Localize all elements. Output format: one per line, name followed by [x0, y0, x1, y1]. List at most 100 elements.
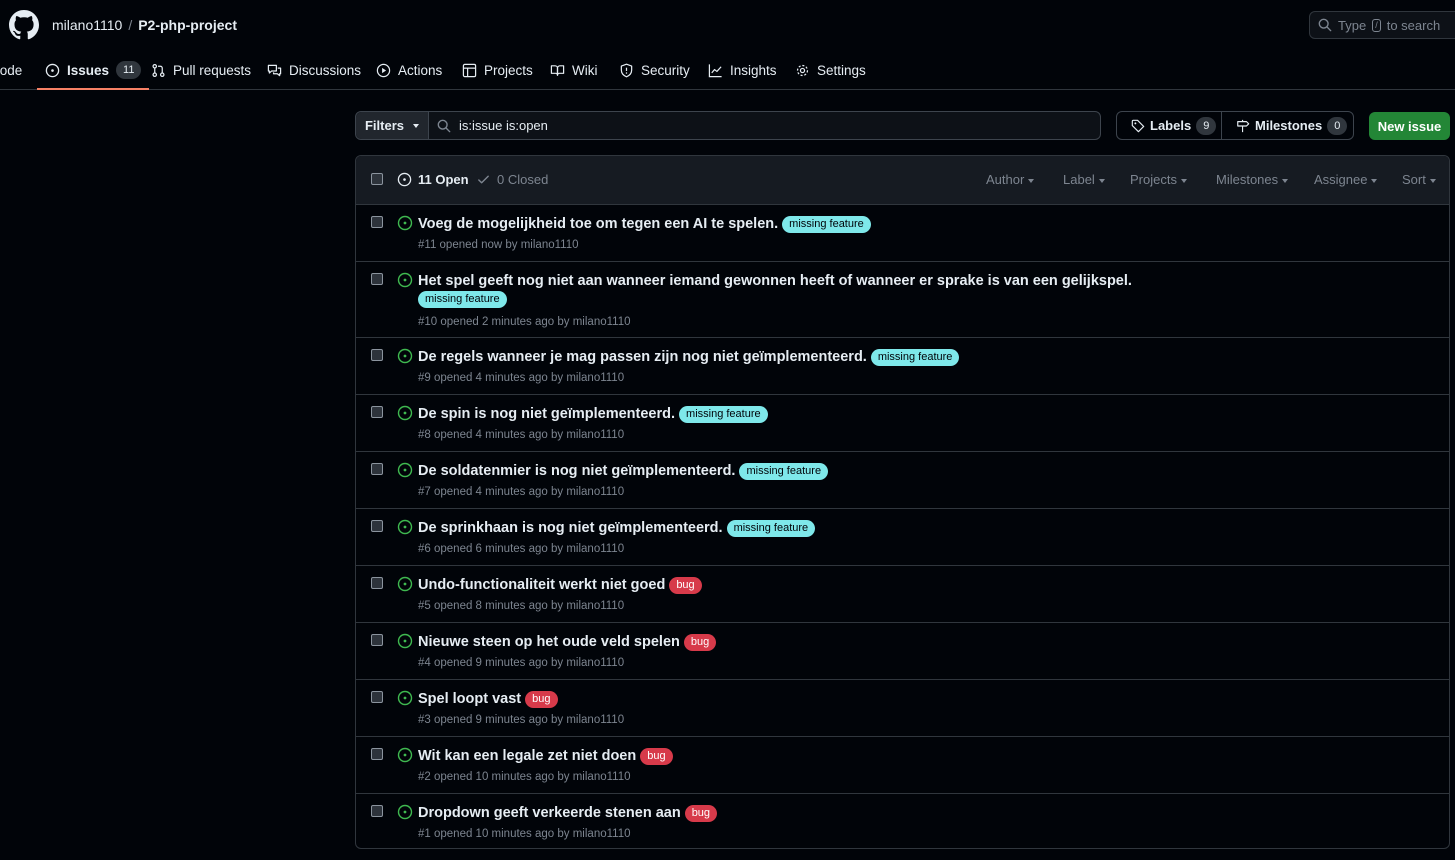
issue-select-checkbox[interactable]	[371, 520, 383, 532]
tab-actions[interactable]: Actions	[376, 50, 442, 90]
labels-milestones-group: Labels 9 Milestones 0	[1116, 111, 1354, 140]
issue-meta: #8 opened 4 minutes ago by milano1110	[418, 429, 625, 441]
issue-title-line: Dropdown geeft verkeerde stenen aan bug	[418, 804, 1418, 822]
issue-title-link[interactable]: De spin is nog niet geïmplementeerd.	[418, 406, 675, 422]
issue-opened-icon	[397, 348, 413, 364]
label-missing-feature[interactable]: missing feature	[418, 291, 507, 308]
issue-title-link[interactable]: Spel loopt vast	[418, 691, 521, 707]
label-missing-feature[interactable]: missing feature	[739, 463, 829, 480]
label-bug[interactable]: bug	[683, 634, 717, 651]
author-filter-dropdown[interactable]: Author	[986, 172, 1035, 187]
tab-code[interactable]: Code	[0, 50, 22, 90]
assignee-filter-dropdown[interactable]: Assignee	[1314, 172, 1378, 187]
global-search-button[interactable]: Type / to search	[1309, 11, 1455, 39]
issue-row: Dropdown geeft verkeerde stenen aan bug #1…	[356, 794, 1449, 848]
issue-row: Voeg de mogelijkheid toe om tegen een AI…	[356, 205, 1449, 262]
tab-discussions-label: Discussions	[289, 62, 362, 78]
issue-title-link[interactable]: Dropdown geeft verkeerde stenen aan	[418, 805, 681, 821]
graph-icon	[708, 63, 722, 77]
issue-meta: #10 opened 2 minutes ago by milano1110	[418, 316, 631, 328]
tab-issues[interactable]: Issues 11	[36, 50, 150, 90]
issue-title-line: Voeg de mogelijkheid toe om tegen een AI…	[418, 215, 1418, 233]
issue-opened-icon	[397, 405, 413, 421]
labels-button[interactable]: Labels 9	[1117, 112, 1222, 139]
book-icon	[550, 64, 565, 76]
filters-dropdown-button[interactable]: Filters	[356, 112, 429, 139]
label-filter-label: Label	[1063, 172, 1095, 187]
issue-opened-icon	[397, 215, 413, 231]
issue-title-line: De sprinkhaan is nog niet geïmplementeer…	[418, 519, 1418, 537]
tab-security[interactable]: Security	[619, 50, 690, 90]
closed-issues-label: 0 Closed	[497, 172, 549, 187]
issue-title-link[interactable]: Undo-functionaliteit werkt niet goed	[418, 577, 665, 593]
tab-discussions[interactable]: Discussions	[267, 50, 361, 90]
closed-issues-tab[interactable]: 0 Closed	[476, 172, 548, 187]
milestones-count-badge: 0	[1327, 116, 1348, 135]
issue-select-checkbox[interactable]	[371, 406, 383, 418]
issue-title-link[interactable]: Wit kan een legale zet niet doen	[418, 748, 636, 764]
issue-title-link[interactable]: Het spel geeft nog niet aan wanneer iema…	[418, 273, 1132, 289]
issue-title-line: Undo-functionaliteit werkt niet goed bug	[418, 576, 1418, 594]
projects-filter-label: Projects	[1130, 172, 1177, 187]
github-logo-icon[interactable]	[9, 10, 39, 40]
tab-insights[interactable]: Insights	[708, 50, 777, 90]
issue-row: De regels wanneer je mag passen zijn nog…	[356, 338, 1449, 395]
chevron-down-icon	[1371, 178, 1378, 183]
filters-label: Filters	[364, 118, 404, 133]
tab-pull-requests[interactable]: Pull requests	[151, 50, 251, 90]
issue-list-header: 11 Open 0 Closed Author Label Projects M…	[356, 156, 1449, 205]
issue-select-checkbox[interactable]	[371, 634, 383, 646]
issue-select-checkbox[interactable]	[371, 463, 383, 475]
breadcrumb-owner-link[interactable]: milano1110	[52, 17, 122, 33]
open-issues-tab[interactable]: 11 Open	[397, 172, 469, 187]
breadcrumb-repo-link[interactable]: P2-php-project	[138, 17, 237, 33]
issue-title-link[interactable]: De soldatenmier is nog niet geïmplemente…	[418, 463, 735, 479]
new-issue-button[interactable]: New issue	[1369, 112, 1450, 140]
label-missing-feature[interactable]: missing feature	[726, 520, 816, 537]
play-icon	[376, 63, 391, 77]
select-all-checkbox[interactable]	[371, 173, 383, 185]
repo-navigation: Code Issues 11 Pull requests Discussions…	[0, 50, 1455, 90]
issue-select-checkbox[interactable]	[371, 349, 383, 361]
issue-meta: #3 opened 9 minutes ago by milano1110	[418, 714, 625, 726]
milestones-filter-dropdown[interactable]: Milestones	[1216, 172, 1289, 187]
issue-rows: Voeg de mogelijkheid toe om tegen een AI…	[356, 205, 1449, 848]
issue-select-checkbox[interactable]	[371, 748, 383, 760]
issue-select-checkbox[interactable]	[371, 805, 383, 817]
label-bug[interactable]: bug	[640, 748, 673, 765]
chevron-down-icon	[1028, 178, 1035, 183]
issue-row: De sprinkhaan is nog niet geïmplementeer…	[356, 509, 1449, 566]
milestone-icon	[1237, 119, 1250, 132]
label-bug[interactable]: bug	[684, 805, 718, 822]
label-missing-feature[interactable]: missing feature	[870, 349, 960, 366]
open-issues-label: 11 Open	[418, 172, 469, 187]
sort-dropdown[interactable]: Sort	[1402, 172, 1436, 187]
issue-title-link[interactable]: Nieuwe steen op het oude veld spelen	[418, 634, 680, 650]
tab-projects[interactable]: Projects	[462, 50, 533, 90]
issue-meta: #6 opened 6 minutes ago by milano1110	[418, 543, 625, 555]
tab-code-label: Code	[0, 62, 23, 78]
issue-select-checkbox[interactable]	[371, 691, 383, 703]
issue-select-checkbox[interactable]	[371, 577, 383, 589]
label-bug[interactable]: bug	[669, 577, 702, 594]
issue-title-link[interactable]: De regels wanneer je mag passen zijn nog…	[418, 349, 867, 365]
breadcrumb: milano1110 / P2-php-project	[52, 17, 237, 33]
label-filter-dropdown[interactable]: Label	[1063, 172, 1105, 187]
tab-settings[interactable]: Settings	[795, 50, 866, 90]
issue-row: Wit kan een legale zet niet doen bug #2 op…	[356, 737, 1449, 794]
issue-meta: #1 opened 10 minutes ago by milano1110	[418, 828, 631, 840]
label-bug[interactable]: bug	[525, 691, 558, 708]
label-missing-feature[interactable]: missing feature	[679, 406, 768, 423]
projects-filter-dropdown[interactable]: Projects	[1130, 172, 1187, 187]
tab-wiki[interactable]: Wiki	[550, 50, 598, 90]
issue-meta: #4 opened 9 minutes ago by milano1110	[418, 657, 625, 669]
milestones-button[interactable]: Milestones 0	[1222, 112, 1353, 139]
issue-search-input[interactable]: is:issue is:open	[429, 112, 1100, 139]
issue-row: De soldatenmier is nog niet geïmplemente…	[356, 452, 1449, 509]
issue-select-checkbox[interactable]	[371, 273, 383, 285]
issue-title-link[interactable]: Voeg de mogelijkheid toe om tegen een AI…	[418, 216, 778, 232]
label-missing-feature[interactable]: missing feature	[782, 216, 871, 233]
issue-title-link[interactable]: De sprinkhaan is nog niet geïmplementeer…	[418, 520, 723, 536]
table-icon	[462, 63, 477, 77]
issue-select-checkbox[interactable]	[371, 216, 383, 228]
